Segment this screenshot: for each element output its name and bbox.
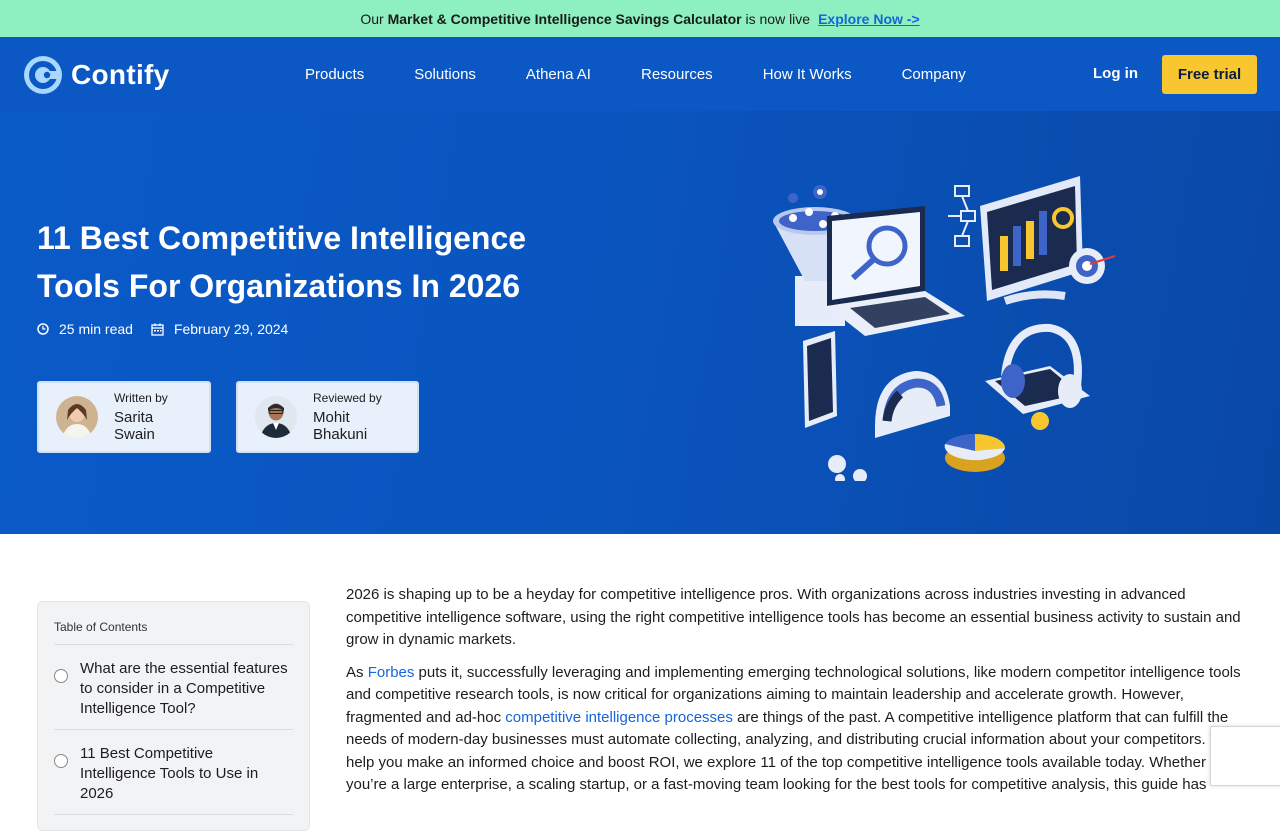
clock-icon xyxy=(37,323,49,335)
ci-processes-link[interactable]: competitive intelligence processes xyxy=(505,709,733,726)
laptop-graphic xyxy=(827,206,965,336)
headset-graphic xyxy=(985,323,1090,430)
main-nav: Contify Products Solutions Athena AI Res… xyxy=(0,37,1280,111)
author-avatar xyxy=(56,396,98,438)
hero-section: 11 Best Competitive Intelligence Tools F… xyxy=(0,111,1280,534)
author-name: Sarita Swain xyxy=(114,409,155,443)
table-of-contents: Table of Contents What are the essential… xyxy=(37,601,310,831)
nav-item-company[interactable]: Company xyxy=(902,66,966,83)
free-trial-button[interactable]: Free trial xyxy=(1162,55,1257,94)
dashboard-monitor-graphic xyxy=(980,176,1116,305)
gauge-graphic xyxy=(875,371,950,438)
article-body: 2026 is shaping up to be a heyday for co… xyxy=(346,584,1246,807)
nav-item-resources[interactable]: Resources xyxy=(641,66,713,83)
article-meta: 25 min read February 29, 2024 xyxy=(37,321,288,337)
toc-item[interactable]: 11 Best Competitive Intelligence Tools t… xyxy=(54,730,293,815)
announcement-suffix: is now live xyxy=(745,10,811,27)
announcement-highlight: Market & Competitive Intelligence Saving… xyxy=(387,10,742,27)
calendar-icon xyxy=(151,323,164,336)
forbes-link[interactable]: Forbes xyxy=(368,664,415,681)
toc-title: Table of Contents xyxy=(54,620,293,645)
nav-item-products[interactable]: Products xyxy=(305,66,364,83)
brand-logo[interactable]: Contify xyxy=(23,55,170,95)
reviewer-avatar xyxy=(255,396,297,438)
explore-now-link[interactable]: Explore Now -> xyxy=(818,11,920,27)
toc-radio-icon xyxy=(54,754,68,768)
toc-item[interactable]: What are the essential features to consi… xyxy=(54,645,293,730)
flowchart-graphic xyxy=(948,185,976,247)
read-time: 25 min read xyxy=(59,321,133,337)
nav-item-how-it-works[interactable]: How It Works xyxy=(763,66,852,83)
page-title: 11 Best Competitive Intelligence Tools F… xyxy=(37,220,527,304)
announcement-prefix: Our xyxy=(360,10,384,27)
author-card[interactable]: Written by Sarita Swain xyxy=(37,381,211,453)
reviewer-label: Reviewed by xyxy=(313,391,382,405)
publish-date: February 29, 2024 xyxy=(173,321,289,337)
gears-graphic xyxy=(828,455,867,481)
reviewer-name: Mohit Bhakuni xyxy=(313,409,368,443)
toc-radio-icon xyxy=(54,669,68,683)
recaptcha-badge[interactable] xyxy=(1210,726,1280,786)
contify-logo-icon xyxy=(24,56,62,94)
nav-menu: Products Solutions Athena AI Resources H… xyxy=(305,37,1016,111)
article-paragraph: 2026 is shaping up to be a heyday for co… xyxy=(346,586,1241,648)
announcement-bar: Our Market & Competitive Intelligence Sa… xyxy=(0,0,1280,37)
phone-graphic xyxy=(803,331,837,428)
login-link[interactable]: Log in xyxy=(1093,65,1138,82)
article-paragraph: As Forbes puts it, successfully leveragi… xyxy=(346,663,1241,794)
toc-item-label: 11 Best Competitive Intelligence Tools t… xyxy=(80,745,259,802)
nav-item-solutions[interactable]: Solutions xyxy=(414,66,476,83)
reviewer-card[interactable]: Reviewed by Mohit Bhakuni xyxy=(236,381,419,453)
author-label: Written by xyxy=(114,391,168,405)
hero-illustration xyxy=(773,176,1116,481)
pie-chart-graphic xyxy=(944,433,1005,472)
nav-item-athena-ai[interactable]: Athena AI xyxy=(526,66,591,83)
toc-item-label: What are the essential features to consi… xyxy=(80,660,288,717)
brand-name: Contify xyxy=(71,59,170,90)
